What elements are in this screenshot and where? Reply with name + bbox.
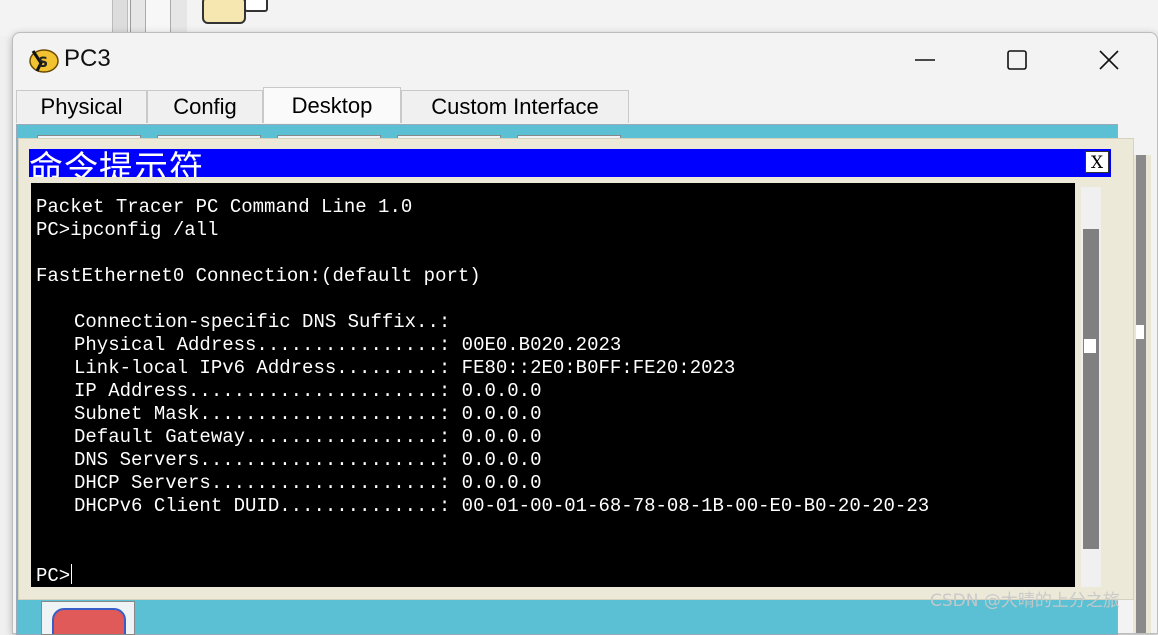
terminal-line: Physical Address................: 00E0.B… — [74, 334, 622, 356]
terminal-line: Connection-specific DNS Suffix..: — [74, 311, 462, 333]
terminal-line: Subnet Mask.....................: 0.0.0.… — [74, 403, 542, 425]
window-titlebar[interactable]: S PC3 — [13, 33, 1157, 87]
desktop-app-icon-bottom[interactable] — [41, 601, 135, 635]
close-button[interactable] — [1063, 33, 1155, 87]
terminal-line: IP Address......................: 0.0.0.… — [74, 380, 542, 402]
tab-desktop[interactable]: Desktop — [263, 87, 401, 123]
terminal-line: Packet Tracer PC Command Line 1.0 — [36, 196, 413, 218]
terminal-line: FastEthernet0 Connection:(default port) — [36, 265, 481, 287]
close-icon — [1099, 50, 1119, 70]
window-scrollbar-grip — [1136, 325, 1144, 339]
terminal-line: DNS Servers.....................: 0.0.0.… — [74, 449, 542, 471]
terminal-line: DHCPv6 Client DUID..............: 00-01-… — [74, 495, 930, 517]
window-scrollbar[interactable] — [1133, 155, 1151, 633]
terminal-line: Link-local IPv6 Address.........: FE80::… — [74, 357, 736, 379]
command-prompt-panel: 命令提示符 X Packet Tracer PC Command Line 1.… — [18, 138, 1134, 600]
terminal-line: PC>ipconfig /all — [36, 219, 219, 241]
terminal-scrollbar-thumb[interactable] — [1083, 229, 1099, 549]
terminal-line: Default Gateway.................: 0.0.0.… — [74, 426, 542, 448]
packet-tracer-pc-icon: S — [29, 49, 59, 73]
maximize-button[interactable] — [971, 33, 1063, 87]
command-prompt-close-button[interactable]: X — [1085, 151, 1109, 173]
window-title: PC3 — [64, 45, 111, 72]
terminal-scrollbar[interactable] — [1081, 187, 1101, 587]
maximize-icon — [1007, 50, 1027, 70]
workspace-device-icon-2[interactable] — [244, 0, 268, 12]
command-prompt-titlebar[interactable]: 命令提示符 X — [29, 149, 1111, 177]
workspace-toolbar-strip-2 — [130, 0, 187, 36]
terminal-line: PC> — [36, 564, 73, 587]
tab-physical[interactable]: Physical — [16, 90, 147, 123]
command-prompt-title: 命令提示符 — [29, 149, 204, 177]
terminal-line: DHCP Servers....................: 0.0.0.… — [74, 472, 542, 494]
terminal-cursor — [71, 564, 73, 584]
minimize-button[interactable] — [879, 33, 971, 87]
terminal-output[interactable]: Packet Tracer PC Command Line 1.0 PC>ipco… — [31, 183, 1075, 587]
svg-text:S: S — [38, 55, 48, 71]
workspace-device-icon[interactable] — [202, 0, 246, 24]
minimize-icon — [915, 59, 935, 61]
workspace-toolbar-strip — [112, 0, 128, 36]
window-scrollbar-thumb[interactable] — [1136, 155, 1146, 633]
csdn-watermark: CSDN @大晴的上分之旅 — [930, 591, 1120, 611]
tab-config[interactable]: Config — [147, 90, 263, 123]
terminal-scrollbar-grip — [1084, 339, 1096, 353]
tab-custom-interface[interactable]: Custom Interface — [401, 90, 629, 123]
